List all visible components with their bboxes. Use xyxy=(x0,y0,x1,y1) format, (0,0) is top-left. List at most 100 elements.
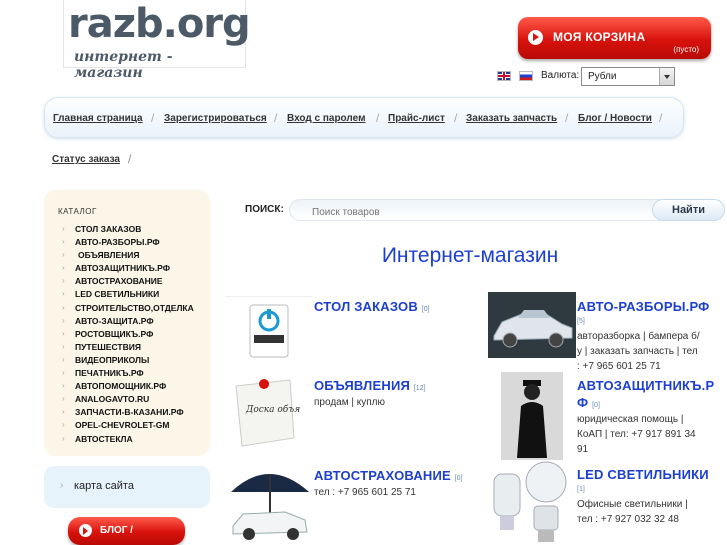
chevron-right-icon: › xyxy=(62,328,65,338)
nav-item-price-list[interactable]: Прайс-лист xyxy=(388,113,445,124)
catalog-item-label: СТОЛ ЗАКАЗОВ xyxy=(75,224,142,234)
blog-button-label: БЛОГ / xyxy=(100,525,133,536)
nav-item-blog[interactable]: Блог / Новости xyxy=(578,113,652,124)
nav-separator: / xyxy=(376,111,380,125)
product-desc-line: Офисные светильники | xyxy=(577,499,688,510)
catalog-item[interactable]: › OPEL-CHEVROLET-GM xyxy=(58,420,194,433)
product-image-auto-razbory[interactable] xyxy=(488,292,576,358)
car-icon xyxy=(493,310,573,348)
arrow-right-icon xyxy=(79,524,92,537)
nav-item-register[interactable]: Зарегистрироваться xyxy=(164,113,267,124)
blog-button[interactable]: БЛОГ / xyxy=(68,517,185,545)
catalog-item[interactable]: › АВТО-РАЗБОРЫ.РФ xyxy=(58,237,194,250)
catalog-item[interactable]: › ВИДЕОПРИКОЛЫ xyxy=(58,355,194,368)
catalog-item[interactable]: › ПЕЧАТНИКЪ.РФ xyxy=(58,368,194,381)
catalog-item[interactable]: › АВТОПОМОЩНИК.РФ xyxy=(58,381,194,394)
nav-item-home[interactable]: Главная страница xyxy=(53,113,143,124)
graduate-icon xyxy=(517,380,547,458)
nav-separator: / xyxy=(659,111,663,125)
catalog-item[interactable]: › АВТОЗАЩИТНИКЪ.РФ xyxy=(58,263,194,276)
arrow-right-icon xyxy=(528,30,543,45)
product-image-autozashchitnik[interactable] xyxy=(501,372,563,460)
catalog-item[interactable]: › СТОЛ ЗАКАЗОВ xyxy=(58,224,194,237)
catalog-item[interactable]: › АВТО-ЗАЩИТА.РФ xyxy=(58,316,194,329)
page-title: Интернет-магазин xyxy=(381,244,559,267)
product-name[interactable]: АВТО-РАЗБОРЫ.РФ xyxy=(577,299,709,314)
product-title: Ф xyxy=(577,395,589,410)
catalog-item-label: ВИДЕОПРИКОЛЫ xyxy=(75,354,150,365)
nav-separator: / xyxy=(565,111,569,125)
product-name[interactable]: АВТОСТРАХОВАНИЕ [0] xyxy=(314,468,463,483)
catalog-item-label: СТРОИТЕЛЬСТВО,ОТДЕЛКА xyxy=(75,302,194,313)
main-nav: Главная страница / Зарегистрироваться / … xyxy=(44,97,684,138)
chevron-right-icon: › xyxy=(62,368,65,378)
umbrella-car-icon xyxy=(231,474,309,540)
logo-title: razb.org xyxy=(68,1,251,47)
product-desc: продам | куплю xyxy=(314,395,385,410)
chevron-right-icon: › xyxy=(62,302,65,312)
nav-separator: / xyxy=(274,111,278,125)
catalog-item[interactable]: › ОБЪЯВЛЕНИЯ xyxy=(58,250,194,263)
notice-board-text: Доска объявлений xyxy=(245,404,300,415)
cart-status: (пусто) xyxy=(673,45,699,54)
product-image-order-desk[interactable] xyxy=(226,296,312,366)
catalog-panel: КАТАЛОГ › СТОЛ ЗАКАЗОВ › АВТО-РАЗБОРЫ.РФ ›… xyxy=(44,190,210,456)
cart-button[interactable]: МОЯ КОРЗИНА (пусто) xyxy=(518,17,711,59)
product-title: АВТОСТРАХОВАНИЕ xyxy=(314,468,451,483)
flag-ru-icon[interactable] xyxy=(519,71,533,81)
product-desc: [5] авторазборка | бампера б/ у | заказа… xyxy=(577,314,700,374)
logo-subtitle: интернет - магазин xyxy=(74,49,173,81)
catalog-item-label: ЗАПЧАСТИ-В-КАЗАНИ.РФ xyxy=(75,407,184,418)
catalog-item[interactable]: › АВТОСТЕКЛА xyxy=(58,434,194,447)
product-image-insurance[interactable] xyxy=(225,462,313,545)
sitemap-link[interactable]: карта сайта xyxy=(74,480,134,492)
product-name[interactable]: АВТОЗАЩИТНИКЪ.Р xyxy=(577,378,714,393)
search-input[interactable] xyxy=(289,199,661,221)
product-desc: [1] Офисные светильники | тел : +7 927 0… xyxy=(577,482,688,527)
catalog-item-label: LED СВЕТИЛЬНИКИ xyxy=(75,289,160,300)
product-name[interactable]: ОБЪЯВЛЕНИЯ [12] xyxy=(314,378,426,393)
chevron-right-icon: › xyxy=(62,289,65,299)
product-name[interactable]: СТОЛ ЗАКАЗОВ [0] xyxy=(314,299,430,314)
catalog-item-label: АВТОПОМОЩНИК.РФ xyxy=(75,381,167,392)
chevron-down-icon[interactable] xyxy=(659,68,674,85)
catalog-item-label: РОСТОВЩИКЪ.РФ xyxy=(75,328,154,339)
product-desc-line: КоАП | тел: +7 917 891 34 xyxy=(577,429,696,440)
catalog-title: КАТАЛОГ xyxy=(58,207,97,216)
catalog-item-label: OPEL-CHEVROLET-GM xyxy=(75,420,170,431)
catalog-item[interactable]: › ANALOGAVTO.RU xyxy=(58,394,194,407)
chevron-right-icon: › xyxy=(62,276,65,286)
nav-item-order-part[interactable]: Заказать запчасть xyxy=(466,113,557,124)
flag-en-icon[interactable] xyxy=(497,71,511,81)
catalog-item-label: АВТОСТРАХОВАНИЕ xyxy=(75,276,163,287)
product-image-led[interactable] xyxy=(488,460,576,545)
nav-separator: / xyxy=(454,111,458,125)
chevron-right-icon: › xyxy=(62,394,65,404)
nav-item-login[interactable]: Вход с паролем xyxy=(287,113,365,124)
chevron-right-icon: › xyxy=(62,407,65,417)
catalog-item[interactable]: › ПУТЕШЕСТВИЯ xyxy=(58,342,194,355)
catalog-item[interactable]: › ЗАПЧАСТИ-В-КАЗАНИ.РФ xyxy=(58,407,194,420)
site-logo[interactable]: razb.org интернет - магазин xyxy=(63,0,251,81)
currency-label: Валюта: xyxy=(541,70,580,81)
product-desc-line: : +7 965 601 25 71 xyxy=(577,361,661,372)
catalog-item[interactable]: › СТРОИТЕЛЬСТВО,ОТДЕЛКА xyxy=(58,303,194,316)
catalog-item[interactable]: › АВТОСТРАХОВАНИЕ xyxy=(58,276,194,289)
product-desc-line: тел : +7 965 601 25 71 xyxy=(314,487,416,498)
cart-label: МОЯ КОРЗИНА xyxy=(553,30,646,44)
chevron-right-icon: › xyxy=(62,237,65,247)
currency-select[interactable]: Рубли xyxy=(581,67,675,86)
product-name[interactable]: LED СВЕТИЛЬНИКИ xyxy=(577,467,709,482)
product-title: ОБЪЯВЛЕНИЯ xyxy=(314,378,411,393)
search-button[interactable]: Найти xyxy=(652,199,725,221)
catalog-item[interactable]: › РОСТОВЩИКЪ.РФ xyxy=(58,329,194,342)
product-title: СТОЛ ЗАКАЗОВ xyxy=(314,299,418,314)
chevron-right-icon: › xyxy=(62,315,65,325)
catalog-item-label: АВТОЗАЩИТНИКЪ.РФ xyxy=(75,263,170,274)
product-count: [5] xyxy=(577,318,585,325)
product-name-continued[interactable]: Ф [0] xyxy=(577,395,600,410)
catalog-item[interactable]: › LED СВЕТИЛЬНИКИ xyxy=(58,289,194,302)
nav-item-order-status[interactable]: Статус заказа xyxy=(52,154,120,165)
product-image-ads[interactable]: Доска объявлений xyxy=(228,372,300,452)
chevron-right-icon: › xyxy=(62,224,65,233)
